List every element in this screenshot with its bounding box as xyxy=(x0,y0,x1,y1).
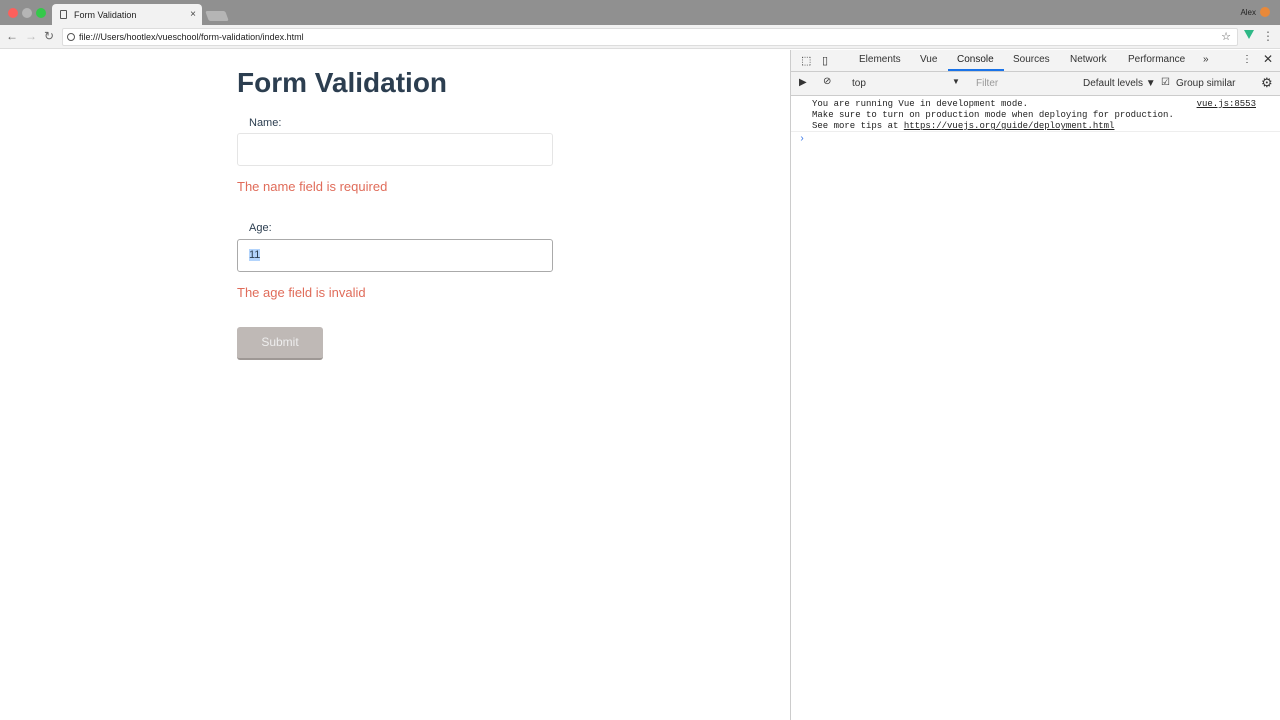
sidebar-toggle-icon[interactable]: ▶ xyxy=(799,77,807,88)
close-window-button[interactable] xyxy=(8,8,18,18)
browser-toolbar: ← → ↻ file:///Users/hootlex/vueschool/fo… xyxy=(0,25,1280,49)
tab-console[interactable]: Console xyxy=(957,54,994,65)
page-content: Form Validation Name: The name field is … xyxy=(0,50,790,720)
user-name[interactable]: Alex xyxy=(1240,8,1256,17)
active-tab-indicator xyxy=(948,69,1004,71)
console-message: You are running Vue in development mode.… xyxy=(791,96,1280,132)
back-icon[interactable]: ← xyxy=(6,29,18,43)
name-label: Name: xyxy=(249,117,282,129)
name-error: The name field is required xyxy=(237,179,388,194)
devtools-tabs: ⬚ ▯ Elements Vue Console Sources Network… xyxy=(791,50,1280,72)
age-input[interactable]: 11 xyxy=(237,239,553,272)
context-dropdown-icon[interactable]: ▼ xyxy=(952,77,960,86)
forward-icon[interactable]: → xyxy=(25,29,37,43)
message-line: Make sure to turn on production mode whe… xyxy=(812,110,1174,120)
user-avatar-icon[interactable] xyxy=(1260,7,1270,17)
levels-dropdown[interactable]: Default levels ▼ xyxy=(1083,78,1156,89)
submit-button[interactable]: Submit xyxy=(237,327,323,360)
message-text: See more tips at xyxy=(812,121,904,131)
tab-title: Form Validation xyxy=(74,10,137,20)
settings-gear-icon[interactable]: ⚙ xyxy=(1261,75,1273,91)
minimize-window-button[interactable] xyxy=(22,8,32,18)
message-line: See more tips at https://vuejs.org/guide… xyxy=(812,121,1280,132)
tab-vue[interactable]: Vue xyxy=(920,54,937,65)
more-tabs-icon[interactable]: » xyxy=(1203,54,1209,65)
deployment-link[interactable]: https://vuejs.org/guide/deployment.html xyxy=(904,121,1115,131)
console-prompt[interactable]: › xyxy=(791,132,1280,145)
devtools-panel: ⬚ ▯ Elements Vue Console Sources Network… xyxy=(790,50,1280,720)
address-bar[interactable]: file:///Users/hootlex/vueschool/form-val… xyxy=(62,28,1238,46)
inspect-element-icon[interactable]: ⬚ xyxy=(801,54,811,67)
browser-menu-icon[interactable]: ⋮ xyxy=(1262,29,1274,43)
page-title: Form Validation xyxy=(237,67,448,98)
close-devtools-icon[interactable]: ✕ xyxy=(1263,52,1273,66)
url-text: file:///Users/hootlex/vueschool/form-val… xyxy=(79,32,304,42)
context-select[interactable]: top xyxy=(852,78,866,89)
age-value: 11 xyxy=(249,249,261,261)
document-icon xyxy=(60,10,67,19)
age-label: Age: xyxy=(249,222,272,234)
title-bar: Form Validation × Alex xyxy=(0,0,1280,25)
reload-icon[interactable]: ↻ xyxy=(44,29,54,43)
name-input[interactable] xyxy=(237,133,553,166)
bookmark-star-icon[interactable]: ☆ xyxy=(1221,30,1231,43)
devtools-menu-icon[interactable]: ⋮ xyxy=(1242,54,1252,65)
source-link[interactable]: vue.js:8553 xyxy=(1197,99,1256,110)
new-tab-button[interactable] xyxy=(205,11,229,21)
close-tab-icon[interactable]: × xyxy=(190,9,196,20)
tab-sources[interactable]: Sources xyxy=(1013,54,1050,65)
tab-elements[interactable]: Elements xyxy=(859,54,901,65)
group-similar-checkbox[interactable]: ☑ xyxy=(1161,77,1170,88)
tab-performance[interactable]: Performance xyxy=(1128,54,1185,65)
vue-devtools-extension-icon[interactable] xyxy=(1244,30,1254,39)
maximize-window-button[interactable] xyxy=(36,8,46,18)
console-output: You are running Vue in development mode.… xyxy=(791,96,1280,145)
filter-input[interactable]: Filter xyxy=(976,78,998,89)
group-similar-label: Group similar xyxy=(1176,78,1236,89)
info-icon[interactable] xyxy=(67,33,75,41)
tab-network[interactable]: Network xyxy=(1070,54,1107,65)
clear-console-icon[interactable]: ⊘ xyxy=(823,76,831,87)
device-toolbar-icon[interactable]: ▯ xyxy=(822,54,828,67)
age-error: The age field is invalid xyxy=(237,285,366,300)
console-toolbar: ▶ ⊘ top ▼ Filter Default levels ▼ ☑ Grou… xyxy=(791,72,1280,96)
browser-tab[interactable]: Form Validation × xyxy=(52,4,202,25)
